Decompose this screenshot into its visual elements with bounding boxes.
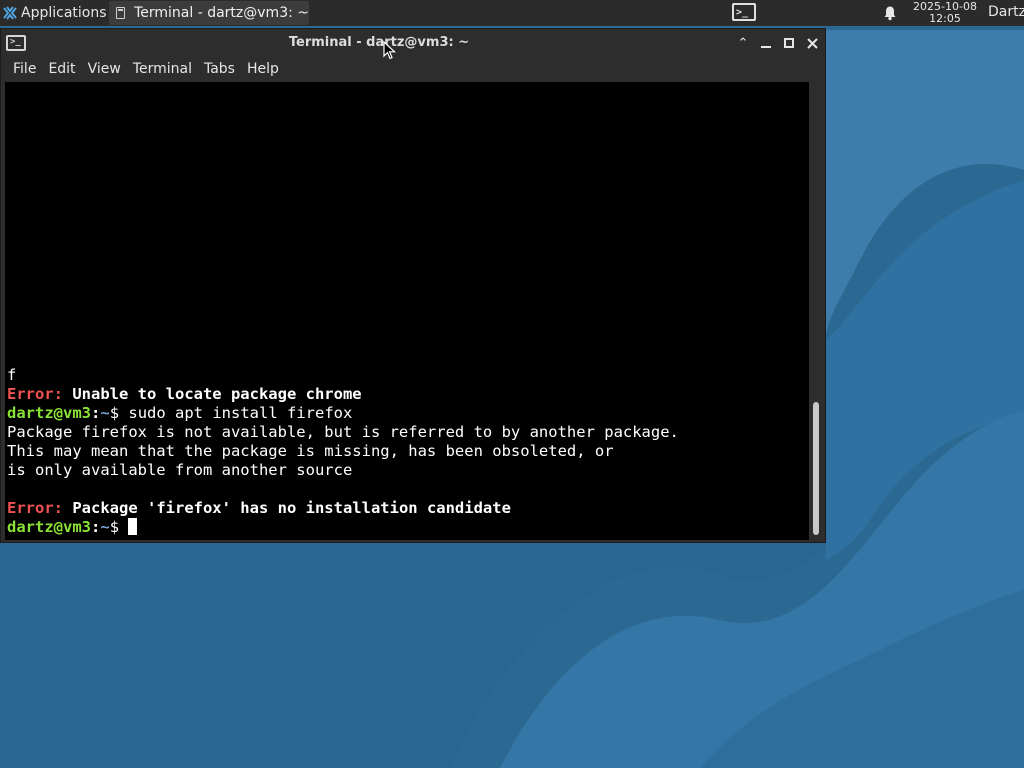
- text-cursor: [128, 518, 138, 535]
- window-title: Terminal - dartz@vm3: ~: [288, 35, 470, 50]
- prompt-path: ~: [100, 518, 110, 536]
- error-message: Unable to locate package chrome: [63, 385, 362, 403]
- prompt-separator: :: [91, 518, 101, 536]
- applications-menu[interactable]: Applications ⋮: [0, 0, 123, 26]
- mouse-pointer-icon: [383, 41, 397, 60]
- prompt-user: dartz@vm3: [7, 404, 91, 422]
- error-label: Error:: [7, 385, 63, 403]
- applications-label: Applications: [21, 5, 107, 21]
- terminal-lines: f Error: Unable to locate package chrome…: [7, 366, 807, 537]
- menu-edit[interactable]: Edit: [42, 61, 81, 77]
- menu-tabs[interactable]: Tabs: [198, 61, 241, 77]
- close-button[interactable]: [801, 33, 823, 53]
- terminal-launcher-icon: >_: [732, 3, 756, 21]
- panel-clock[interactable]: 2025-10-08 12:05: [912, 1, 978, 25]
- terminal-line: Package firefox is not available, but is…: [7, 423, 679, 441]
- error-label: Error:: [7, 499, 63, 517]
- terminal-line: is only available from another source: [7, 461, 353, 479]
- terminal-launcher-button[interactable]: >_: [729, 0, 759, 24]
- window-titlebar[interactable]: >_ Terminal - dartz@vm3: ~ ⌃: [1, 29, 825, 57]
- maximize-button[interactable]: [778, 33, 800, 53]
- menu-view[interactable]: View: [82, 61, 127, 77]
- chevron-up-icon: ⌃: [737, 35, 749, 51]
- minimize-button[interactable]: [755, 33, 777, 53]
- terminal-line: dartz@vm3:~$ sudo apt install firefox: [7, 404, 807, 423]
- maximize-icon: [784, 38, 794, 48]
- prompt-path: ~: [100, 404, 110, 422]
- scrollbar-thumb[interactable]: [813, 402, 819, 535]
- terminal-icon: [116, 7, 126, 19]
- window-shade-button[interactable]: ⌃: [732, 33, 754, 53]
- terminal-line: This may mean that the package is missin…: [7, 442, 614, 460]
- xfce-logo-icon: [3, 6, 17, 20]
- minimize-icon: [761, 46, 771, 48]
- terminal-scrollbar[interactable]: [810, 82, 824, 540]
- prompt-separator: :: [91, 404, 101, 422]
- taskbar-terminal-button[interactable]: Terminal - dartz@vm3: ~: [109, 1, 309, 25]
- error-message: Package 'firefox' has no installation ca…: [63, 499, 511, 517]
- command-text: sudo apt install firefox: [128, 404, 353, 422]
- prompt-symbol: $: [109, 404, 129, 422]
- menu-file[interactable]: File: [7, 61, 42, 77]
- prompt-symbol: $: [109, 518, 129, 536]
- terminal-line: Error: Unable to locate package chrome: [7, 385, 807, 404]
- terminal-prompt-line: dartz@vm3:~$: [7, 518, 807, 537]
- menu-help[interactable]: Help: [241, 61, 285, 77]
- terminal-line: Error: Package 'firefox' has no installa…: [7, 499, 807, 518]
- close-icon: [806, 37, 818, 49]
- taskbar-terminal-label: Terminal - dartz@vm3: ~: [134, 5, 309, 21]
- terminal-window: >_ Terminal - dartz@vm3: ~ ⌃ File Edit V…: [0, 28, 826, 543]
- menu-bar: File Edit View Terminal Tabs Help: [1, 57, 825, 81]
- prompt-user: dartz@vm3: [7, 518, 91, 536]
- menu-terminal[interactable]: Terminal: [127, 61, 198, 77]
- user-menu[interactable]: Dartz: [988, 4, 1024, 20]
- terminal-line: f: [7, 366, 17, 384]
- top-panel: Applications ⋮ Terminal - dartz@vm3: ~ >…: [0, 0, 1024, 26]
- terminal-output[interactable]: f Error: Unable to locate package chrome…: [5, 82, 809, 540]
- clock-time: 12:05: [929, 12, 961, 25]
- notification-bell-icon[interactable]: [882, 5, 898, 21]
